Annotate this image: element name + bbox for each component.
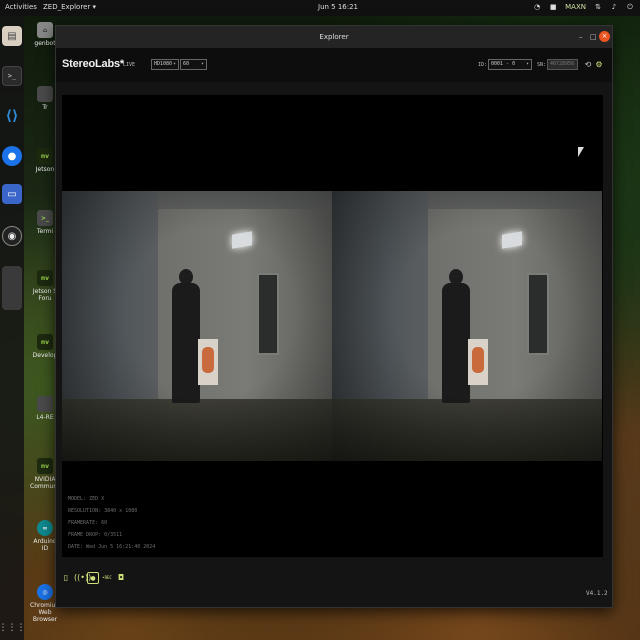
files-icon[interactable]: ▤ — [2, 26, 22, 46]
svo-record-button[interactable]: •REC — [100, 572, 114, 584]
chevron-down-icon: ▾ — [525, 61, 529, 67]
folder-icon[interactable]: ▯ — [60, 572, 72, 584]
power-icon[interactable]: ⏻ — [626, 3, 634, 11]
nvidia-icon: nv — [37, 148, 53, 164]
version-label: V4.1.2 — [586, 590, 608, 597]
snapshot-icon[interactable]: ◘ — [115, 572, 127, 584]
screenshot-app-icon[interactable]: ▭ — [2, 184, 22, 204]
frame-drop-info: FRAME DROP: 0/3511 — [68, 532, 123, 538]
nvidia-icon: nv — [37, 270, 53, 286]
model-info: MODEL: ZED X — [68, 496, 105, 502]
arduino-icon: ∞ — [37, 520, 53, 536]
activities-button[interactable]: Activities — [5, 3, 37, 11]
terminal-icon[interactable]: >_ — [2, 66, 22, 86]
document-icon — [37, 396, 53, 412]
fps-select[interactable]: 60 ▾ — [180, 59, 207, 70]
home-folder-icon: ⌂ — [37, 22, 53, 38]
explorer-window: Explorer – □ × StereoLabs* LIVE HD1080 ▾… — [55, 25, 613, 608]
window-title: Explorer — [319, 33, 349, 41]
network-icon[interactable]: ⇅ — [594, 3, 602, 11]
app-menu[interactable]: ZED_Explorer ▾ — [43, 3, 96, 11]
chromium-icon: ◎ — [37, 584, 53, 600]
bottom-toolbar: ▯ ((•)) ● •REC ◘ V4.1.2 — [56, 566, 612, 607]
right-camera-image — [332, 191, 602, 461]
volume-icon[interactable]: ♪ — [610, 3, 618, 11]
camera-id-value: 0001 - 0 — [491, 61, 516, 67]
resolution-info: RESOLUTION: 3840 x 1080 — [68, 508, 138, 514]
close-button[interactable]: × — [599, 31, 610, 42]
framerate-info: FRAMERATE: 60 — [68, 520, 108, 526]
camera-reset-icon[interactable]: ⟲ — [583, 59, 593, 70]
explorer-toolbar: StereoLabs* LIVE HD1080 ▾ 60 ▾ ID: 0001 … — [56, 48, 612, 82]
power-mode-label[interactable]: MAXN — [565, 3, 586, 11]
camera-id-select[interactable]: 0001 - 0 ▾ — [488, 59, 532, 70]
live-label: LIVE — [123, 62, 136, 68]
record-icon[interactable]: ● — [87, 572, 99, 584]
zed-explorer-dock-icon[interactable] — [2, 266, 22, 310]
stream-icon[interactable]: ((•)) — [74, 572, 91, 584]
maximize-button[interactable]: □ — [590, 33, 597, 41]
stereo-video-feed — [62, 191, 603, 461]
terminal-icon: >_ — [37, 210, 53, 226]
top-bar: Activities ZED_Explorer ▾ Jun 5 16:21 ◔ … — [0, 0, 640, 16]
mouse-cursor-icon — [578, 147, 584, 157]
clock[interactable]: Jun 5 16:21 — [318, 3, 358, 11]
serial-number-field: 40728956 — [547, 59, 578, 70]
date-info: DATE: Wed Jun 5 16:21:40 2024 — [68, 544, 156, 550]
fps-value: 60 — [183, 61, 190, 67]
nvidia-icon: nv — [37, 458, 53, 474]
chromium-icon[interactable]: ● — [2, 146, 22, 166]
left-camera-image — [62, 191, 332, 461]
trash-icon — [37, 86, 53, 102]
dock: ▤ >_ ⟨⟩ ● ▭ ◉ ⋮⋮⋮ — [0, 16, 26, 640]
video-viewport: MODEL: ZED X RESOLUTION: 3840 x 1080 FRA… — [62, 95, 603, 557]
chevron-down-icon: ▾ — [172, 61, 176, 67]
nvidia-icon: nv — [37, 334, 53, 350]
show-apps-icon[interactable]: ⋮⋮⋮ — [0, 618, 26, 638]
obs-icon[interactable]: ◉ — [2, 226, 22, 246]
settings-icon[interactable]: ⚙ — [594, 59, 604, 70]
system-tray: ◔ ■ MAXN ⇅ ♪ ⏻ — [533, 3, 634, 11]
chevron-down-icon: ▾ — [200, 61, 204, 67]
resolution-value: HD1080 — [154, 61, 173, 67]
camera-id-label: ID: — [478, 62, 488, 68]
stereolabs-logo: StereoLabs* — [62, 58, 124, 70]
update-icon[interactable]: ◔ — [533, 3, 541, 11]
nvidia-icon[interactable]: ■ — [549, 3, 557, 11]
vscode-icon[interactable]: ⟨⟩ — [2, 106, 22, 126]
resolution-select[interactable]: HD1080 ▾ — [151, 59, 179, 70]
minimize-button[interactable]: – — [579, 33, 583, 41]
camera-info-overlay: MODEL: ZED X RESOLUTION: 3840 x 1080 FRA… — [68, 493, 155, 553]
serial-number-label: SN: — [537, 62, 547, 68]
window-titlebar[interactable]: Explorer – □ × — [56, 26, 612, 48]
